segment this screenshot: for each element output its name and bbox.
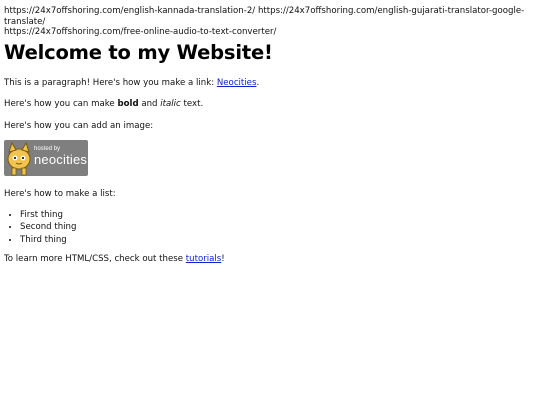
page-title: Welcome to my Website! [4,41,273,64]
format-paragraph-text: Here's how you can make [4,99,118,109]
page: https://24x7offshoring.com/english-kanna… [0,0,540,405]
list-item: Third thing [20,235,76,246]
list-paragraph: Here's how to make a list: [4,189,116,199]
link-paragraph-end: . [256,78,260,88]
list-item: Second thing [20,222,76,233]
top-link-kannada[interactable]: https://24x7offshoring.com/english-kanna… [4,6,255,16]
badge-text: hosted by neocities [34,146,87,167]
learn-paragraph-text: To learn more HTML/CSS, check out these [4,254,186,264]
link-paragraph: This is a paragraph! Here's how you make… [4,78,259,89]
top-link-audio[interactable]: https://24x7offshoring.com/free-online-a… [4,27,276,37]
badge-neocities: neocities [34,152,88,167]
format-paragraph: Here's how you can make bold and italic … [4,99,203,110]
bold-text: bold [117,99,139,109]
learn-paragraph: To learn more HTML/CSS, check out these … [4,254,225,265]
bullet-list: First thing Second thing Third thing [4,210,76,247]
italic-text: italic [160,99,181,109]
format-paragraph-mid: and [138,99,161,109]
format-paragraph-end: text. [180,99,204,109]
neocities-link[interactable]: Neocities [217,78,257,88]
image-paragraph: Here's how you can add an image: [4,121,154,131]
tutorials-link[interactable]: tutorials [186,254,222,264]
neocities-cat-icon [7,141,31,176]
learn-paragraph-end: ! [221,254,225,264]
hosted-by-neocities-badge: hosted by neocities [4,140,88,176]
link-paragraph-text: This is a paragraph! Here's how you make… [4,78,217,88]
top-links: https://24x7offshoring.com/english-kanna… [4,6,534,38]
list-item: First thing [20,210,76,221]
